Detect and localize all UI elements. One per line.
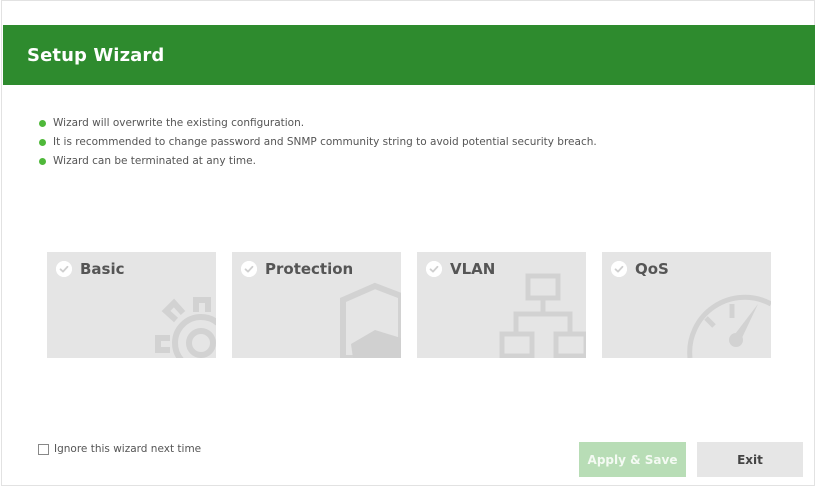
card-label: QoS [635,260,669,278]
wizard-header: Setup Wizard [3,25,815,85]
checkbox-box[interactable] [38,443,49,455]
note-item: Wizard can be terminated at any time. [38,152,597,171]
ignore-wizard-label: Ignore this wizard next time [54,443,202,455]
card-protection[interactable]: Protection [232,252,401,358]
check-icon [56,261,72,277]
wizard-notes: Wizard will overwrite the existing confi… [38,114,597,171]
card-qos[interactable]: QoS [602,252,771,358]
exit-button[interactable]: Exit [697,442,803,477]
bullet-icon [39,139,46,146]
card-vlan[interactable]: VLAN [417,252,586,358]
check-icon [426,261,442,277]
shield-icon [340,282,401,358]
gear-icon [155,297,216,358]
network-icon [499,273,586,358]
check-icon [611,261,627,277]
bullet-icon [39,158,46,165]
ignore-wizard-checkbox[interactable]: Ignore this wizard next time [38,443,201,455]
card-label: Basic [80,260,125,278]
gauge-icon [687,294,771,358]
apply-save-button[interactable]: Apply & Save [579,442,686,477]
note-item: Wizard will overwrite the existing confi… [38,114,597,133]
card-label: VLAN [450,260,496,278]
note-item: It is recommended to change password and… [38,133,597,152]
bullet-icon [39,120,46,127]
card-label: Protection [265,260,354,278]
check-icon [241,261,257,277]
card-basic[interactable]: Basic [47,252,216,358]
page-title: Setup Wizard [27,44,165,66]
